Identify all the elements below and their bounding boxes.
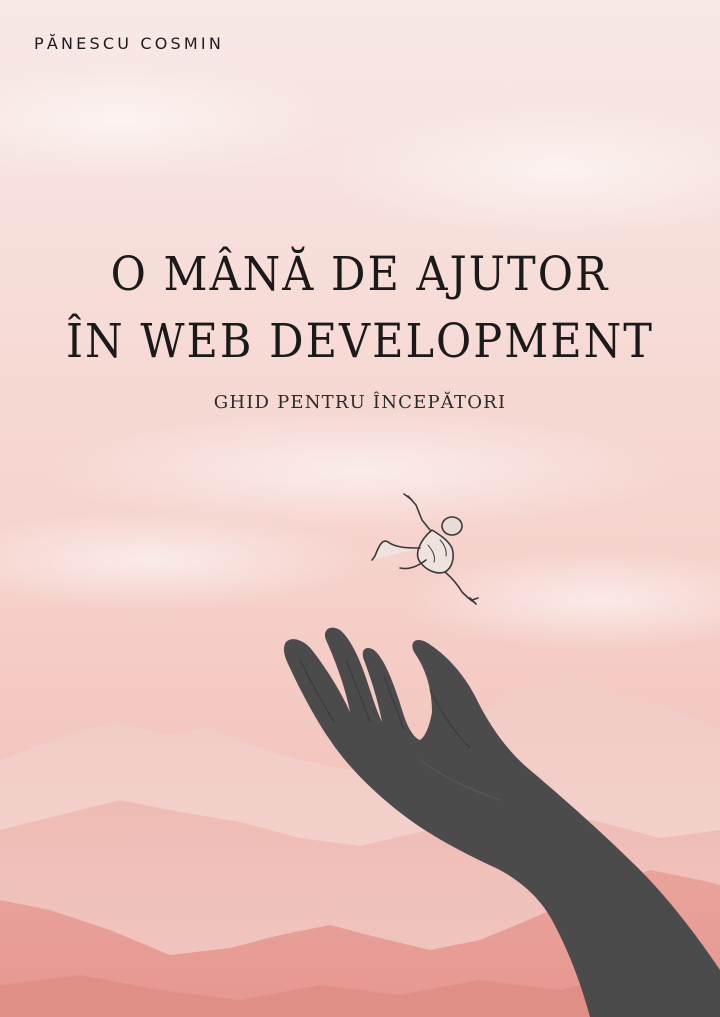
cover-art [283,493,720,1017]
author-name: PĂNESCU COSMIN [34,34,225,53]
book-subtitle: GHID PENTRU ÎNCEPĂTORI [213,392,507,413]
book-title-line-2: ÎN WEB DEVELOPMENT [66,314,654,369]
book-title-line-1: O MÂNĂ DE AJUTOR [110,247,610,302]
falling-figure-illustration [371,493,479,605]
title-block: O MÂNĂ DE AJUTOR ÎN WEB DEVELOPMENT GHID… [0,247,720,413]
open-hand-illustration [283,627,720,1017]
book-cover: PĂNESCU COSMIN O MÂNĂ DE AJUTOR ÎN WEB D… [0,0,720,1017]
